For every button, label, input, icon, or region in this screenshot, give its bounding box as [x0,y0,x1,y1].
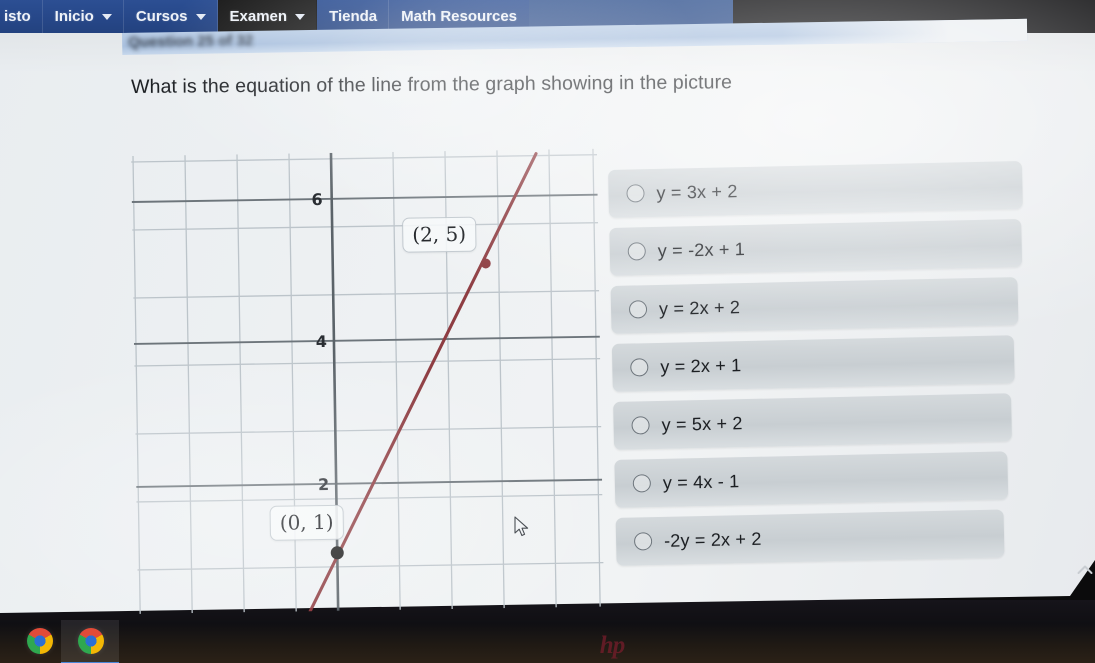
nav-item-inicio[interactable]: Inicio [43,0,124,33]
answer-option[interactable]: y = 5x + 2 [613,393,1013,450]
nav-item-label: Cursos [135,8,188,25]
answer-option[interactable]: y = 2x + 1 [611,335,1015,392]
nav-item-label: isto [4,8,31,25]
nav-item-cursos[interactable]: Cursos [124,0,218,33]
y-tick-4: 4 [316,332,327,351]
answer-option[interactable]: y = 4x - 1 [614,451,1009,508]
nav-item-examen[interactable]: Examen [217,0,318,33]
answer-option[interactable]: y = -2x + 1 [609,218,1023,276]
taskbar [0,602,350,663]
chevron-down-icon [295,13,306,20]
answer-option[interactable]: y = 3x + 2 [608,160,1023,218]
answer-option-label: y = 5x + 2 [661,412,743,435]
strip-fade [781,18,1028,45]
y-tick-6: 6 [311,190,322,209]
question-counter-label: Question 25 of 32 [128,31,254,51]
radio-button-icon[interactable] [630,358,649,377]
answer-option-label: y = 3x + 2 [656,180,738,203]
answer-option-label: y = 2x + 1 [660,354,742,377]
answer-option[interactable]: -2y = 2x + 2 [615,509,1005,566]
nav-item-label: Math Resources [401,8,518,25]
point-label-0-1: (0, 1) [269,504,344,541]
radio-button-icon[interactable] [628,300,648,319]
nav-item-label: Tienda [329,8,378,25]
graph-svg: 6 4 2 [131,148,604,614]
chevron-down-icon [101,13,112,20]
answer-option-label: y = 2x + 2 [658,296,741,319]
screenshot-root: hp isto Inicio Cursos Examen Tienda Math… [0,0,1095,663]
answer-option-label: y = -2x + 1 [657,238,746,261]
y-axis [329,152,340,611]
nav-item-label: Examen [229,8,288,25]
graph-figure: 6 4 2 (2, 5) (0, 1) [131,148,604,614]
nav-item-label: Inicio [54,8,94,25]
point-label-2-5: (2, 5) [402,216,477,253]
radio-button-icon[interactable] [632,474,652,493]
answer-option[interactable]: y = 2x + 2 [610,277,1019,334]
hp-logo: hp [599,632,625,659]
radio-button-icon[interactable] [633,532,653,551]
chrome-icon[interactable] [27,628,53,654]
mouse-cursor-icon [514,516,532,538]
answer-option-label: -2y = 2x + 2 [663,528,762,551]
chevron-down-icon [195,13,206,20]
grid-horizontal [131,154,604,571]
grid-vertical [132,148,601,614]
axis-gridlines-major [131,193,603,488]
y-tick-2: 2 [318,475,329,494]
chrome-icon[interactable] [78,628,104,654]
scroll-up-icon[interactable] [1077,563,1093,575]
radio-button-icon[interactable] [626,184,645,203]
radio-button-icon[interactable] [627,242,646,261]
answer-option-label: y = 4x - 1 [662,470,740,493]
nav-item-isto[interactable]: isto [0,0,43,33]
radio-button-icon[interactable] [631,416,650,435]
answer-options-list: y = 3x + 2 y = -2x + 1 y = 2x + 2 y = 2x… [608,160,1023,576]
